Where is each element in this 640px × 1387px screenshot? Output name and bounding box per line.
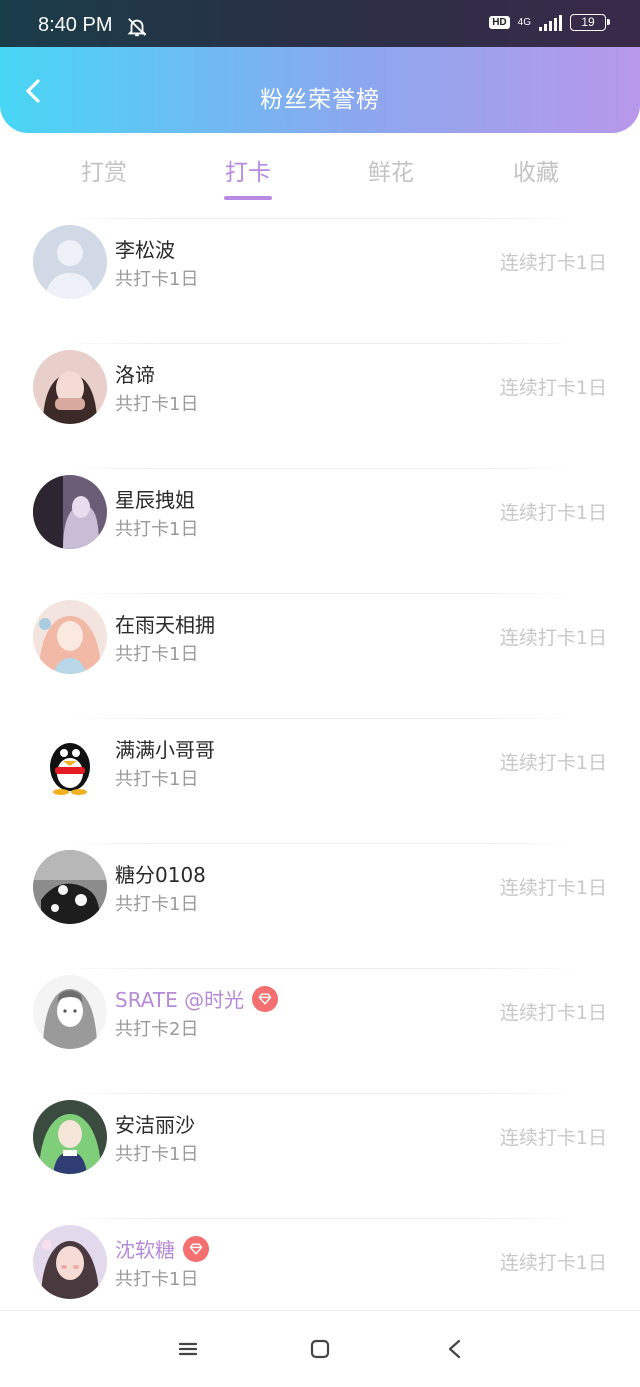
checkin-total: 共打卡1日 (115, 1269, 199, 1290)
hd-badge: HD (489, 16, 510, 29)
tab-tips[interactable]: 打赏 (44, 153, 164, 187)
status-indicators: HD 4G 19 (489, 14, 610, 31)
diamond-icon (183, 1235, 209, 1262)
user-name: 李松波 (115, 238, 175, 262)
divider (60, 593, 580, 594)
divider (60, 218, 580, 219)
checkin-streak: 连续打卡1日 (499, 627, 607, 649)
avatar (33, 600, 107, 674)
list-item[interactable]: 满满小哥哥 共打卡1日 连续打卡1日 (0, 718, 640, 843)
tab-flowers[interactable]: 鲜花 (331, 153, 451, 187)
checkin-streak: 连续打卡1日 (499, 377, 607, 399)
divider (60, 1093, 580, 1094)
checkin-streak: 连续打卡1日 (499, 502, 607, 524)
diamond-icon (252, 985, 279, 1012)
avatar (33, 1100, 107, 1174)
user-name: 沈软糖 (115, 1234, 209, 1263)
status-time: 8:40 PM (38, 14, 113, 36)
checkin-total: 共打卡1日 (115, 269, 199, 290)
user-name: 在雨天相拥 (115, 613, 215, 637)
header-bar: 粉丝荣誉榜 (0, 47, 640, 133)
user-name: 星辰拽姐 (115, 488, 195, 512)
page-title: 粉丝荣誉榜 (260, 87, 380, 113)
checkin-streak: 连续打卡1日 (499, 252, 607, 274)
checkin-streak: 连续打卡1日 (499, 1252, 607, 1274)
system-nav-bar (0, 1310, 640, 1387)
list-item[interactable]: 在雨天相拥 共打卡1日 连续打卡1日 (0, 593, 640, 718)
divider (60, 843, 580, 844)
checkin-streak: 连续打卡1日 (499, 1002, 607, 1024)
checkin-total: 共打卡1日 (115, 894, 199, 915)
checkin-streak: 连续打卡1日 (499, 1127, 607, 1149)
divider (60, 718, 580, 719)
user-name: 洛谛 (115, 363, 155, 387)
checkin-total: 共打卡1日 (115, 394, 199, 415)
user-name: 安洁丽沙 (115, 1113, 195, 1137)
battery-icon: 19 (570, 14, 610, 31)
checkin-total: 共打卡1日 (115, 644, 199, 665)
avatar (33, 975, 107, 1049)
avatar (33, 725, 107, 799)
checkin-total: 共打卡1日 (115, 769, 199, 790)
signal-icon (539, 14, 562, 31)
divider (60, 968, 580, 969)
divider (60, 343, 580, 344)
fan-list: 李松波 共打卡1日 连续打卡1日 洛谛 共打卡1日 连续打卡1日 星辰拽姐 共打… (0, 218, 640, 1343)
network-label: 4G (517, 16, 531, 28)
tab-checkin-label: 打卡 (225, 160, 271, 186)
divider (60, 1218, 580, 1219)
tab-active-indicator (224, 196, 272, 200)
checkin-total: 共打卡1日 (115, 519, 199, 540)
tab-bar: 打赏 打卡 鲜花 收藏 (0, 133, 640, 218)
tab-favorites[interactable]: 收藏 (476, 153, 596, 187)
user-name: 满满小哥哥 (115, 738, 215, 762)
avatar (33, 1225, 107, 1299)
tab-checkin[interactable]: 打卡 (188, 153, 308, 200)
user-name: 糖分0108 (115, 863, 206, 887)
list-item[interactable]: SRATE @时光 共打卡2日 连续打卡1日 (0, 968, 640, 1093)
divider (60, 468, 580, 469)
checkin-streak: 连续打卡1日 (499, 877, 607, 899)
bell-off-icon (126, 16, 148, 38)
list-item[interactable]: 星辰拽姐 共打卡1日 连续打卡1日 (0, 468, 640, 593)
user-name: SRATE @时光 (115, 984, 279, 1013)
list-item[interactable]: 安洁丽沙 共打卡1日 连续打卡1日 (0, 1093, 640, 1218)
avatar (33, 350, 107, 424)
avatar (33, 225, 107, 299)
avatar (33, 475, 107, 549)
list-item[interactable]: 洛谛 共打卡1日 连续打卡1日 (0, 343, 640, 468)
square-home-icon[interactable] (308, 1337, 332, 1361)
list-item[interactable]: 李松波 共打卡1日 连续打卡1日 (0, 218, 640, 343)
avatar (33, 850, 107, 924)
menu-icon[interactable] (176, 1337, 200, 1361)
list-item[interactable]: 糖分0108 共打卡1日 连续打卡1日 (0, 843, 640, 968)
checkin-total: 共打卡1日 (115, 1144, 199, 1165)
triangle-back-icon[interactable] (443, 1337, 467, 1361)
checkin-total: 共打卡2日 (115, 1019, 199, 1040)
status-bar: 8:40 PM HD 4G 19 (0, 0, 640, 47)
checkin-streak: 连续打卡1日 (499, 752, 607, 774)
